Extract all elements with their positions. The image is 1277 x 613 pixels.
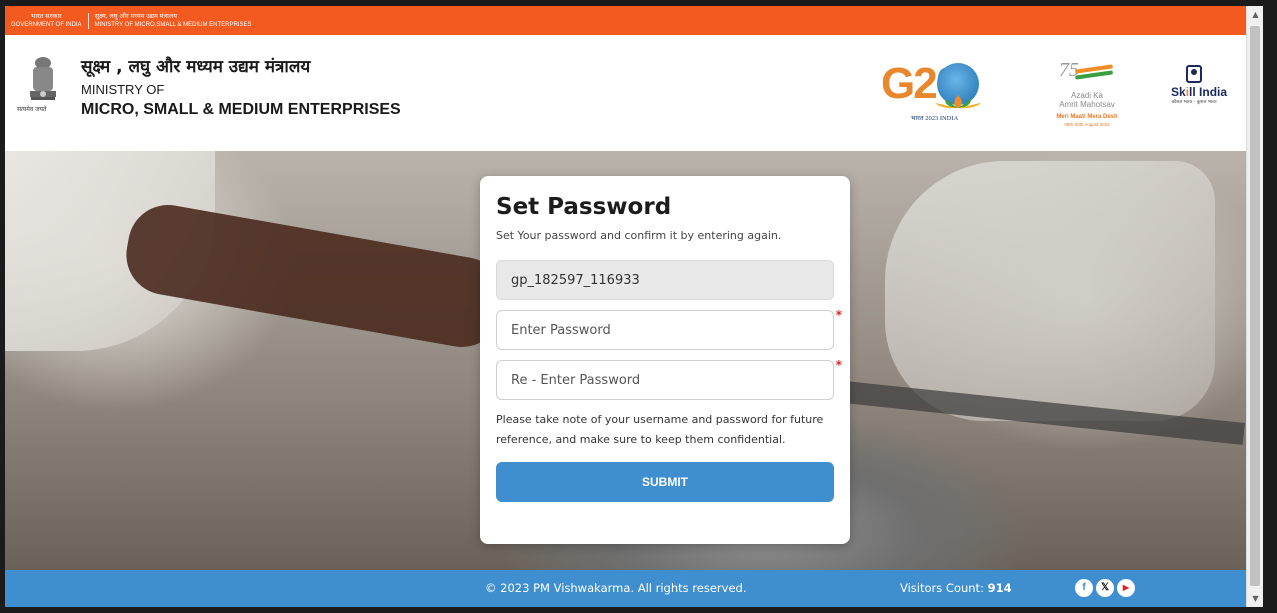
scrollbar-thumb[interactable] (1250, 26, 1260, 586)
gov-india-label[interactable]: भारत सरकार GOVERNMENT OF INDIA (11, 12, 89, 29)
repassword-input[interactable] (496, 360, 834, 400)
ministry-name-hindi: सूक्ष्म , लघु और मध्यम उद्यम मंत्रालय (81, 57, 311, 77)
password-note: Please take note of your username and pa… (496, 413, 824, 446)
form-subtitle: Set Your password and confirm it by ente… (496, 229, 782, 242)
set-password-card: Set Password Set Your password and confi… (480, 176, 850, 544)
username-field-wrapper (496, 260, 834, 300)
visitors-count: Visitors Count: 914 (900, 581, 1012, 595)
ministry-title[interactable]: सूक्ष्म , लघु और मध्यम उद्यम मंत्रालय MI… (81, 55, 401, 121)
ashoka-emblem-icon: सत्यमेव जयते (17, 55, 61, 121)
browser-viewport: भारत सरकार GOVERNMENT OF INDIA सूक्ष्म, … (5, 6, 1246, 607)
ministry-link[interactable]: सूक्ष्म, लघु और मध्यम उद्यम मंत्रालय MIN… (89, 13, 252, 29)
social-links: f 𝕏 ▶ (1075, 579, 1135, 597)
password-field-wrapper: * (496, 308, 842, 350)
scroll-down-arrow-icon[interactable]: ▼ (1247, 590, 1264, 607)
site-footer: © 2023 PM Vishwakarma. All rights reserv… (5, 570, 1246, 607)
ministry-of-label: MINISTRY OF (81, 82, 165, 97)
scroll-up-arrow-icon[interactable]: ▲ (1247, 6, 1264, 23)
emblem-caption: सत्यमेव जयते (17, 106, 47, 113)
submit-button[interactable]: SUBMIT (496, 462, 834, 502)
page-title: Set Password (496, 194, 672, 220)
copyright-text: © 2023 PM Vishwakarma. All rights reserv… (485, 581, 747, 595)
site-header: सत्यमेव जयते सूक्ष्म , लघु और मध्यम उद्य… (5, 35, 1246, 151)
g20-logo-icon: G20 भारत 2023 INDIA (881, 59, 991, 129)
facebook-icon[interactable]: f (1075, 579, 1093, 597)
password-input[interactable] (496, 310, 834, 350)
x-twitter-icon[interactable]: 𝕏 (1096, 579, 1114, 597)
skill-india-icon: Skill India कौशल भारत - कुशल भारत (1171, 65, 1227, 121)
repassword-field-wrapper: * (496, 358, 842, 400)
azadi-logo-icon: 75 Azadi Ka Amrit Mahotsav Meri Maati Me… (1056, 59, 1118, 127)
vertical-scrollbar[interactable]: ▲ ▼ (1246, 6, 1263, 607)
youtube-icon[interactable]: ▶ (1117, 579, 1135, 597)
required-marker: * (835, 308, 842, 322)
ministry-name-english: MICRO, SMALL & MEDIUM ENTERPRISES (81, 101, 401, 118)
g20-tagline: भारत 2023 INDIA (911, 115, 959, 122)
username-field[interactable] (496, 260, 834, 300)
government-bar: भारत सरकार GOVERNMENT OF INDIA सूक्ष्म, … (5, 6, 1246, 35)
required-marker: * (835, 358, 842, 372)
